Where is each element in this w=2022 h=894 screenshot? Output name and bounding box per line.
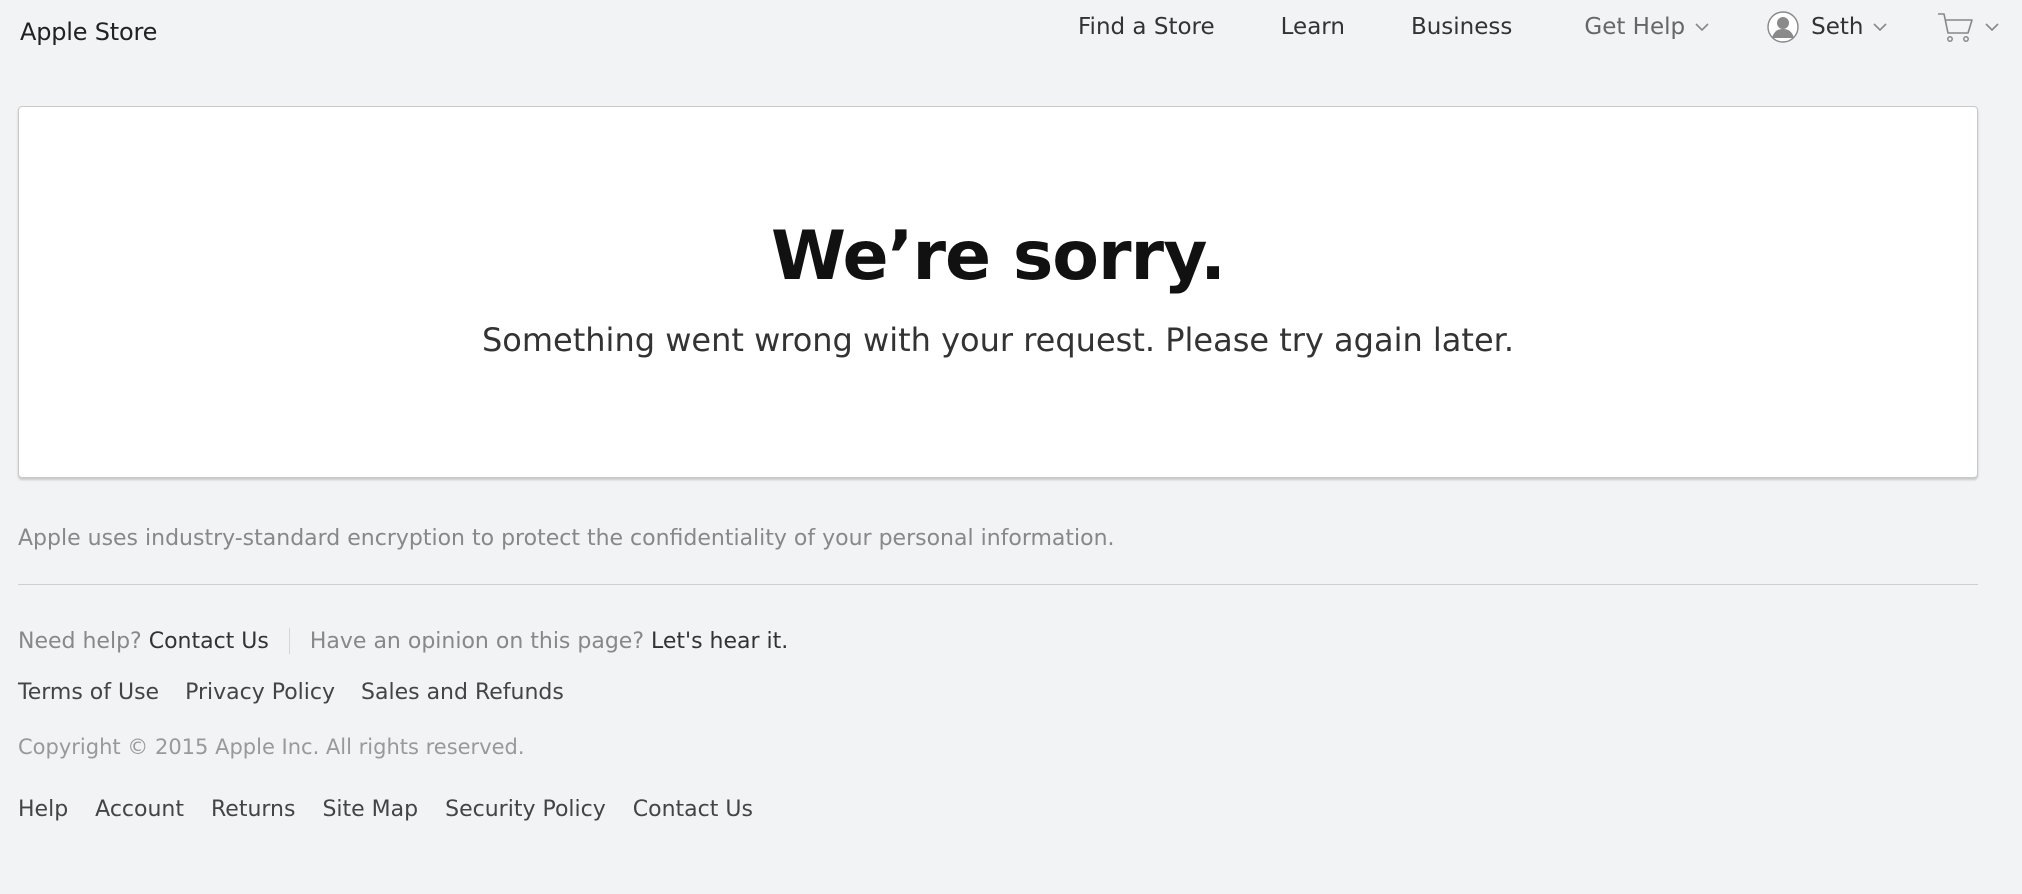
apple-store-brand-link[interactable]: Apple Store — [20, 18, 157, 46]
feedback-link[interactable]: Let's hear it. — [651, 629, 788, 654]
shopping-cart-icon — [1938, 13, 1974, 42]
nav-business[interactable]: Business — [1411, 14, 1512, 40]
nav-find-a-store[interactable]: Find a Store — [1078, 14, 1215, 40]
sales-and-refunds-link[interactable]: Sales and Refunds — [361, 680, 564, 705]
footer-contact-us-link[interactable]: Contact Us — [633, 797, 753, 822]
chevron-down-icon — [1695, 23, 1709, 32]
account-menu[interactable]: Seth — [1767, 11, 1888, 43]
chevron-down-icon — [1873, 23, 1888, 32]
error-title: We’re sorry. — [770, 217, 1226, 296]
footer-account-link[interactable]: Account — [95, 797, 184, 822]
opinion-label: Have an opinion on this page? — [309, 628, 645, 654]
nav-learn[interactable]: Learn — [1281, 14, 1345, 40]
help-row: Need help? Contact Us Have an opinion on… — [18, 628, 788, 654]
nav-get-help-dropdown[interactable]: Get Help — [1584, 14, 1709, 40]
nav-get-help-label: Get Help — [1584, 14, 1686, 40]
error-message: Something went wrong with your request. … — [481, 321, 1515, 359]
help-separator — [288, 628, 290, 654]
footer-help-link[interactable]: Help — [18, 797, 68, 822]
legal-links: Terms of Use Privacy Policy Sales and Re… — [18, 680, 590, 705]
user-avatar-icon — [1767, 11, 1799, 43]
footer-site-map-link[interactable]: Site Map — [322, 797, 418, 822]
footer-navigation: Help Account Returns Site Map Security P… — [18, 797, 780, 822]
privacy-policy-link[interactable]: Privacy Policy — [185, 680, 335, 705]
footer-returns-link[interactable]: Returns — [211, 797, 295, 822]
need-help-label: Need help? — [18, 628, 142, 654]
footer-divider — [18, 584, 1978, 585]
contact-us-link[interactable]: Contact Us — [149, 629, 269, 654]
top-navigation: Find a Store Learn Business Get Help Set… — [1078, 10, 2000, 44]
footer-security-policy-link[interactable]: Security Policy — [445, 797, 606, 822]
chevron-down-icon — [1985, 23, 2000, 32]
copyright: Copyright © 2015 Apple Inc. All rights r… — [18, 735, 525, 759]
page: Apple Store Find a Store Learn Business … — [0, 0, 2022, 894]
security-note: Apple uses industry-standard encryption … — [18, 526, 1115, 551]
terms-of-use-link[interactable]: Terms of Use — [18, 680, 159, 705]
error-card: We’re sorry. Something went wrong with y… — [18, 106, 1978, 478]
account-user-name: Seth — [1811, 14, 1864, 40]
cart-menu[interactable] — [1937, 11, 2000, 43]
